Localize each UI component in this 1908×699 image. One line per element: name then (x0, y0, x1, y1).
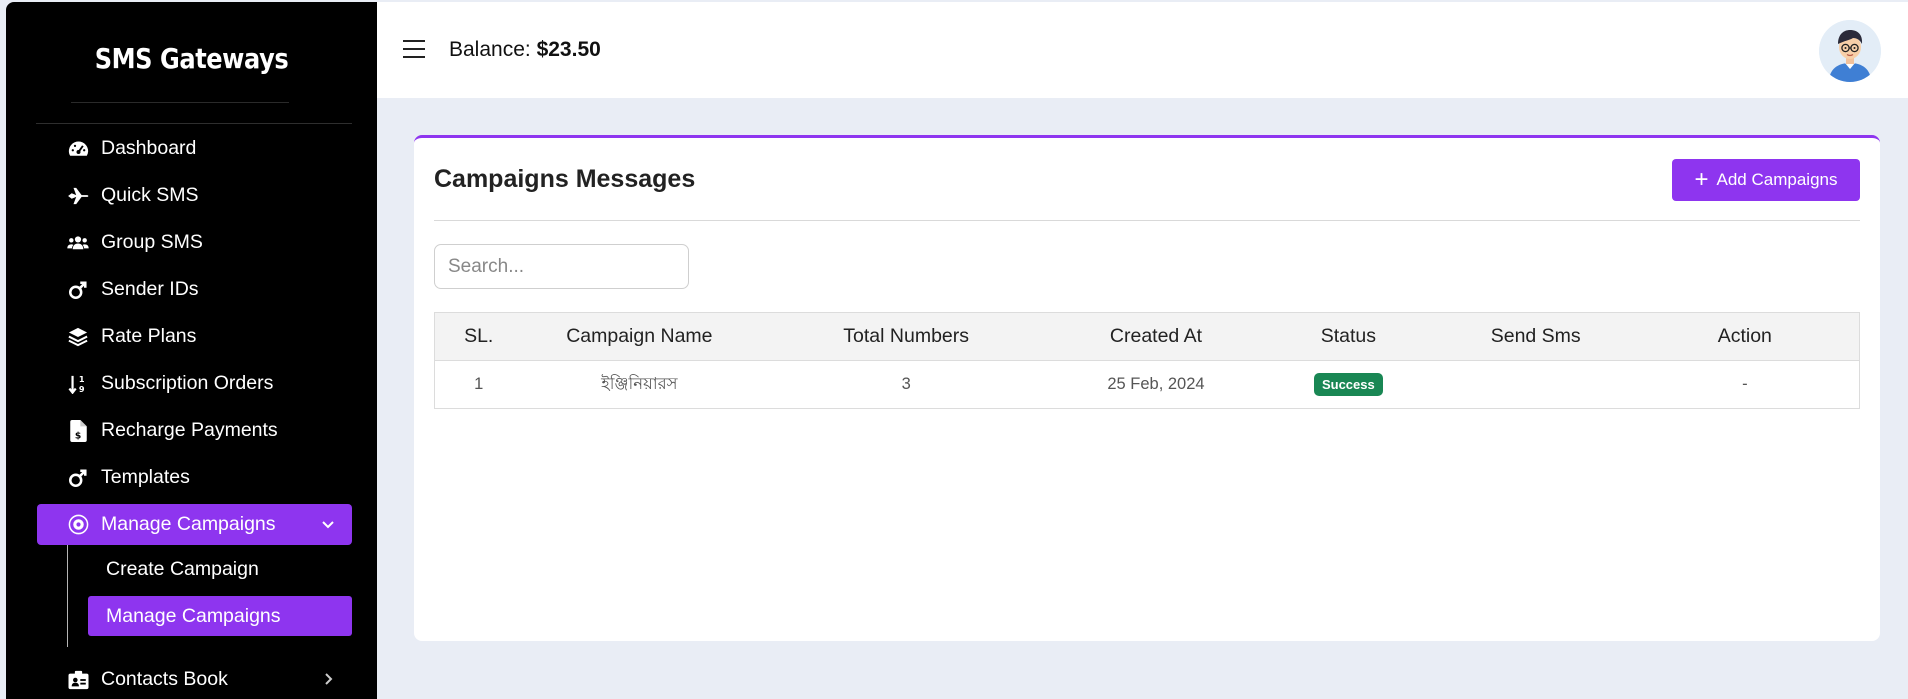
table-row: 1 ইঞ্জিনিয়ারস 3 25 Feb, 2024 Success - (434, 360, 1860, 409)
sidebar-item-contacts-book[interactable]: Contacts Book (37, 659, 352, 699)
cell-action[interactable]: - (1630, 360, 1860, 409)
column-header-action: Action (1630, 312, 1860, 361)
balance-display: Balance: $23.50 (449, 38, 601, 62)
mars-icon (67, 467, 89, 489)
sidebar-item-manage-campaigns[interactable]: Manage Campaigns (37, 504, 352, 545)
sidebar-item-label: Rate Plans (101, 325, 197, 347)
column-header-total-numbers: Total Numbers (756, 312, 1057, 361)
submenu-item-label: Create Campaign (106, 557, 259, 580)
sidebar-item-rate-plans[interactable]: Rate Plans (37, 316, 352, 357)
column-header-sl: SL. (434, 312, 523, 361)
layers-icon (67, 326, 89, 348)
submenu-item-label: Manage Campaigns (106, 604, 281, 627)
sidebar-item-label: Sender IDs (101, 278, 199, 300)
chevron-down-icon[interactable] (318, 514, 338, 534)
submenu-item-create-campaign[interactable]: Create Campaign (88, 549, 352, 589)
sidebar: SMS Gateways Dashboard Quick SMS Group S… (6, 2, 377, 699)
cell-total-numbers: 3 (756, 360, 1057, 409)
campaign-icon (67, 514, 89, 536)
campaigns-card: Campaigns Messages + Add Campaigns SL. C… (414, 135, 1880, 641)
campaigns-table: SL. Campaign Name Total Numbers Created … (434, 312, 1860, 409)
sidebar-item-label: Group SMS (101, 231, 203, 253)
sidebar-item-label: Dashboard (101, 137, 197, 159)
submenu-item-manage-campaigns[interactable]: Manage Campaigns (88, 596, 352, 636)
status-badge: Success (1313, 373, 1383, 396)
plus-icon: + (1694, 166, 1709, 193)
svg-text:$: $ (74, 430, 80, 441)
invoice-dollar-icon: $ (67, 419, 89, 442)
add-campaigns-label: Add Campaigns (1716, 170, 1838, 189)
hamburger-menu-icon[interactable] (403, 40, 425, 60)
sort-icon: 19 (67, 373, 89, 395)
topbar: Balance: $23.50 (377, 2, 1908, 98)
sidebar-item-label: Contacts Book (101, 668, 228, 690)
users-icon (67, 232, 89, 254)
search-input[interactable] (434, 244, 689, 289)
column-header-send-sms: Send Sms (1440, 312, 1631, 361)
gauge-icon (67, 138, 89, 160)
cell-campaign-name: ইঞ্জিনিয়ারস (522, 360, 757, 409)
sidebar-item-label: Subscription Orders (101, 372, 274, 394)
chevron-right-icon[interactable] (318, 669, 338, 689)
brand-title: SMS Gateways (94, 42, 289, 75)
sidebar-menu: Dashboard Quick SMS Group SMS Sender IDs… (37, 128, 352, 699)
avatar[interactable] (1819, 20, 1881, 82)
sidebar-item-sender-ids[interactable]: Sender IDs (37, 269, 352, 310)
sidebar-item-label: Templates (101, 466, 190, 488)
sidebar-item-dashboard[interactable]: Dashboard (37, 128, 352, 169)
divider (434, 220, 1860, 221)
add-campaigns-button[interactable]: + Add Campaigns (1672, 159, 1860, 201)
divider (36, 123, 352, 124)
sidebar-item-label: Manage Campaigns (101, 513, 276, 535)
balance-label: Balance: (449, 38, 531, 61)
column-header-campaign-name: Campaign Name (522, 312, 757, 361)
cell-sl: 1 (434, 360, 523, 409)
cell-send-sms (1440, 360, 1631, 409)
page-title: Campaigns Messages (434, 165, 696, 193)
sidebar-item-quick-sms[interactable]: Quick SMS (37, 175, 352, 216)
plane-icon (67, 185, 89, 207)
sidebar-item-label: Recharge Payments (101, 419, 278, 441)
submenu-campaigns: Create Campaign Manage Campaigns (67, 545, 352, 647)
sidebar-item-subscription-orders[interactable]: 19 Subscription Orders (37, 363, 352, 404)
svg-text:1: 1 (79, 374, 85, 384)
cell-created-at: 25 Feb, 2024 (1056, 360, 1256, 409)
address-card-icon (67, 669, 89, 691)
mars-icon (67, 279, 89, 301)
cell-status: Success (1255, 360, 1441, 409)
divider (71, 102, 289, 103)
balance-value: $23.50 (536, 38, 601, 61)
sidebar-item-recharge-payments[interactable]: $ Recharge Payments (37, 410, 352, 451)
column-header-created-at: Created At (1056, 312, 1256, 361)
table-header-row: SL. Campaign Name Total Numbers Created … (434, 312, 1860, 361)
svg-text:9: 9 (79, 384, 85, 394)
column-header-status: Status (1255, 312, 1441, 361)
sidebar-item-label: Quick SMS (101, 184, 199, 206)
sidebar-item-group-sms[interactable]: Group SMS (37, 222, 352, 263)
sidebar-item-templates[interactable]: Templates (37, 457, 352, 498)
